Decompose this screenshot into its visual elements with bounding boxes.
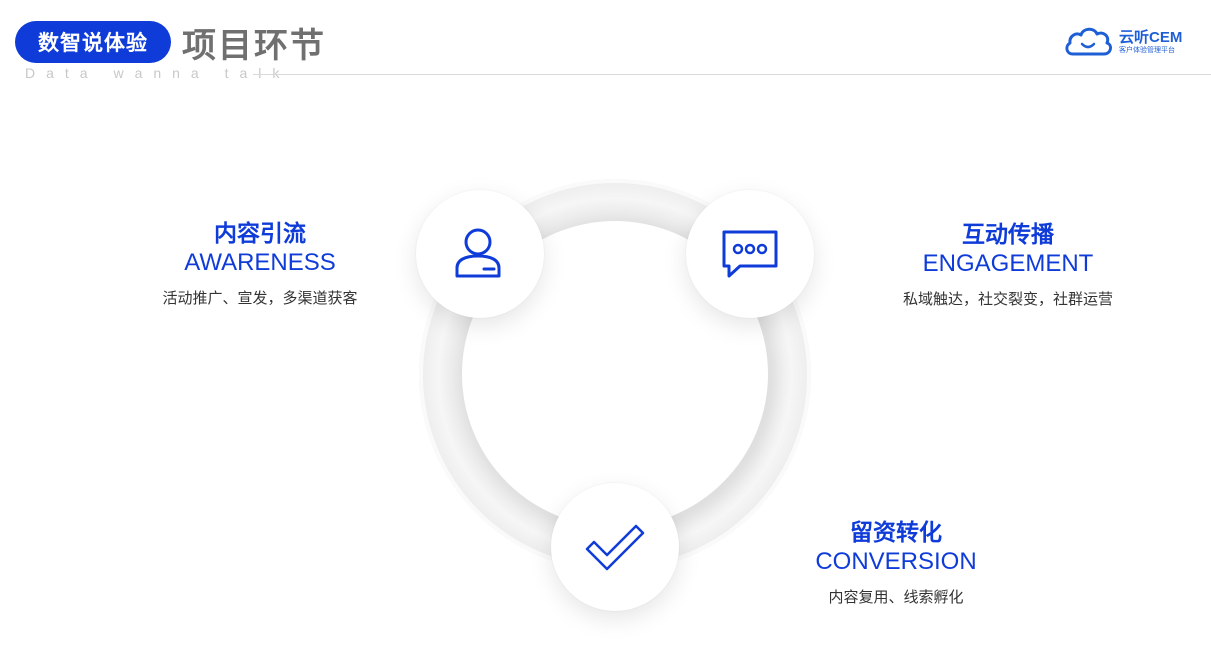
stage-title: 留资转化 <box>850 520 942 546</box>
stage-title: 互动传播 <box>962 222 1054 248</box>
person-icon <box>455 228 501 278</box>
page-title: 项目环节 <box>182 26 326 66</box>
stage-awareness-node <box>416 190 544 318</box>
cloud-icon <box>1065 27 1113 56</box>
stage-awareness: 内容引流 AWARENESS 活动推广、宣发，多渠道获客 <box>140 219 380 308</box>
stage-engagement-node <box>686 190 814 318</box>
stage-conversion: 留资转化 CONVERSION 内容复用、线索孵化 <box>786 518 1006 607</box>
tagline: Data wanna talk <box>25 65 291 81</box>
stage-engagement: 互动传播 ENGAGEMENT 私域触达，社交裂变，社群运营 <box>878 220 1138 309</box>
stage-description: 私域触达，社交裂变，社群运营 <box>902 290 1113 308</box>
stage-title: 内容引流 <box>214 221 306 247</box>
stage-conversion-node <box>551 483 679 611</box>
logo-name: 云听CEM <box>1119 29 1183 46</box>
logo-subtitle: 客户体验管理平台 <box>1119 46 1175 54</box>
checkmark-icon <box>585 524 645 571</box>
stage-description: 活动推广、宣发，多渠道获客 <box>162 289 358 307</box>
stage-description: 内容复用、线索孵化 <box>828 588 964 606</box>
stage-english-title: CONVERSION <box>815 548 977 575</box>
stage-english-title: ENGAGEMENT <box>922 250 1094 277</box>
header-divider <box>253 74 1211 75</box>
chat-bubble-icon <box>722 230 778 278</box>
brand-badge: 数智说体验 <box>15 21 171 63</box>
stage-english-title: AWARENESS <box>184 249 336 276</box>
header: 数智说体验 项目环节 Data wanna talk 云听CEM 客户体验管理平… <box>0 0 1211 90</box>
company-logo: 云听CEM 客户体验管理平台 <box>1063 22 1193 62</box>
